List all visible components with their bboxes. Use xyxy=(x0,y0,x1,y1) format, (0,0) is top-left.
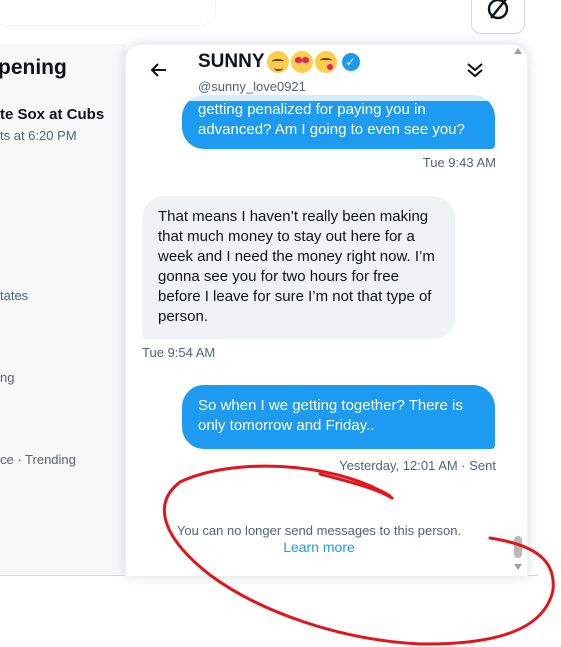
collapse-chevron-icon[interactable] xyxy=(466,61,484,82)
yum-emoji-icon xyxy=(314,51,337,73)
trend-meta: ng xyxy=(0,370,15,385)
verified-badge-icon: ✓ xyxy=(341,53,360,71)
message-bubble-received: That means I haven’t really been making … xyxy=(142,196,455,339)
smirk-emoji-icon xyxy=(266,51,289,73)
message-bubble-sent: So when I we getting together? There is … xyxy=(182,385,495,449)
scroll-thumb[interactable] xyxy=(514,536,522,558)
message-bubble-sent: getting penalized for paying you in adva… xyxy=(182,95,495,149)
scrollbar[interactable] xyxy=(512,46,524,572)
scroll-up-arrow-icon[interactable] xyxy=(514,48,522,54)
grok-icon xyxy=(487,0,509,20)
trend-meta: ce · Trending xyxy=(0,452,76,467)
grok-button[interactable] xyxy=(471,0,525,34)
heart-eyes-emoji-icon xyxy=(290,51,313,73)
user-handle: @sunny_love0921 xyxy=(198,79,306,94)
trend-meta: tates xyxy=(0,288,29,303)
scroll-down-arrow-icon[interactable] xyxy=(514,564,522,570)
trend-name[interactable]: te Sox at Cubs xyxy=(0,106,104,123)
trend-subtitle: ts at 6:20 PM xyxy=(0,128,77,143)
top-card xyxy=(0,0,216,26)
blocked-notice: You can no longer send messages to this … xyxy=(176,523,462,538)
display-name: SUNNY xyxy=(198,51,265,72)
message-status: Yesterday, 12:01 AM · Sent xyxy=(339,458,496,473)
learn-more-link[interactable]: Learn more xyxy=(126,539,512,555)
dm-drawer: getting penalized for paying you in adva… xyxy=(125,44,528,576)
back-arrow-icon[interactable] xyxy=(150,59,168,85)
trends-panel xyxy=(0,44,126,574)
message-timestamp: Tue 9:54 AM xyxy=(142,345,216,360)
trends-title: pening xyxy=(0,56,67,79)
message-timestamp: Tue 9:43 AM xyxy=(422,155,496,170)
conversation-header[interactable]: SUNNY ✓ @sunny_love0921 xyxy=(126,45,512,101)
conversation-name[interactable]: SUNNY ✓ xyxy=(198,51,360,73)
